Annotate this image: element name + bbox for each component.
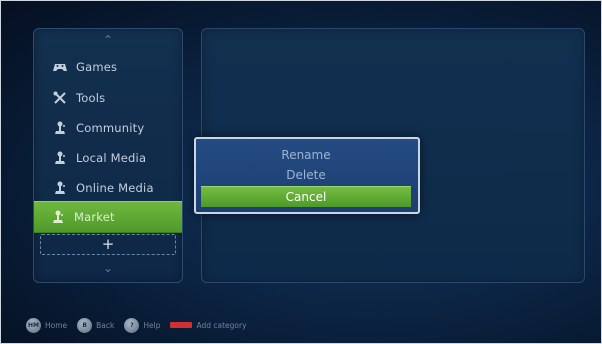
- joystick-icon: [53, 121, 67, 135]
- sidebar-item-local-media[interactable]: Local Media: [36, 143, 180, 173]
- context-menu-dialog: Rename Delete Cancel: [194, 137, 420, 214]
- footer-hints: HM Home B Back ? Help Add category: [26, 317, 257, 333]
- sidebar-item-market[interactable]: Market: [34, 201, 182, 233]
- hint-label: Home: [45, 320, 68, 330]
- red-key-icon: [170, 322, 193, 328]
- sidebar-item-label: Market: [74, 210, 115, 224]
- sidebar-item-community[interactable]: Community: [36, 113, 180, 143]
- delete-option[interactable]: Delete: [201, 165, 411, 185]
- home-button-icon: HM: [26, 317, 41, 333]
- gamepad-icon: [53, 60, 67, 74]
- sidebar-item-label: Online Media: [76, 181, 154, 195]
- sidebar-item-tools[interactable]: Tools: [36, 83, 180, 113]
- scroll-down-icon[interactable]: ⌄: [34, 262, 182, 274]
- joystick-icon: [53, 151, 67, 165]
- add-category-button[interactable]: +: [40, 234, 176, 255]
- sidebar-item-label: Tools: [76, 91, 106, 105]
- category-sidebar: ⌃ Games Tools Community Local Media Onli…: [33, 28, 183, 283]
- add-category-hint[interactable]: Add category: [170, 320, 247, 330]
- sidebar-item-label: Community: [76, 121, 145, 135]
- back-button-icon: B: [77, 317, 93, 333]
- back-hint[interactable]: B Back: [77, 317, 115, 333]
- hint-label: Help: [143, 320, 161, 330]
- cancel-option[interactable]: Cancel: [201, 186, 411, 207]
- plus-icon: +: [101, 235, 115, 253]
- sidebar-item-label: Games: [76, 60, 118, 74]
- help-hint[interactable]: ? Help: [124, 317, 161, 333]
- scroll-up-icon[interactable]: ⌃: [34, 34, 182, 46]
- sidebar-item-online-media[interactable]: Online Media: [36, 173, 180, 203]
- tools-icon: [53, 91, 67, 105]
- hint-label: Add category: [196, 320, 247, 330]
- hint-label: Back: [96, 320, 115, 330]
- home-hint[interactable]: HM Home: [26, 317, 68, 333]
- help-button-icon: ?: [124, 317, 140, 333]
- joystick-icon: [53, 181, 67, 195]
- sidebar-item-label: Local Media: [76, 151, 147, 165]
- joystick-icon: [51, 210, 65, 224]
- sidebar-item-games[interactable]: Games: [36, 52, 180, 82]
- rename-option[interactable]: Rename: [201, 145, 411, 165]
